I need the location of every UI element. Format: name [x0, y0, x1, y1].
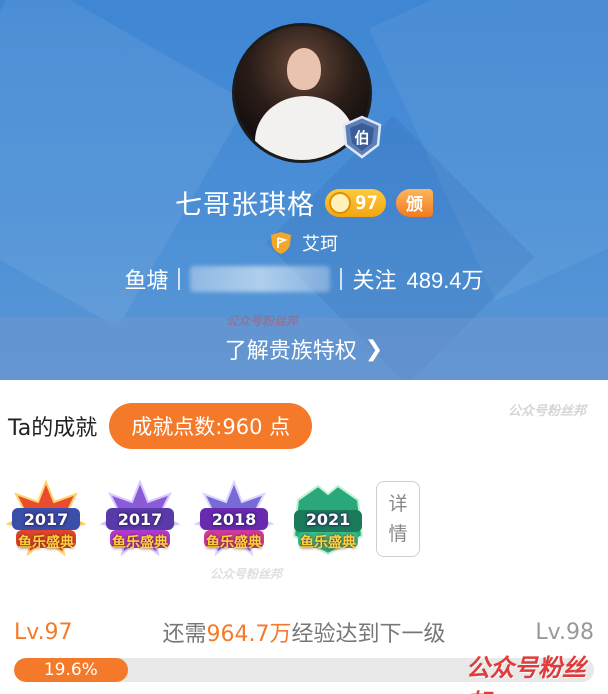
achievement-badge-2018[interactable]: 2018 鱼乐盛典	[194, 480, 274, 558]
badge-label: 鱼乐盛典	[112, 535, 168, 551]
level-badge-value: 97	[355, 191, 378, 214]
badge-year: 2021	[305, 510, 351, 529]
achievements-header: Ta的成就 成就点数:960 点	[8, 403, 313, 449]
achievement-badge-2017-red[interactable]: 2017 鱼乐盛典	[6, 480, 86, 558]
username: 七哥张琪格	[175, 190, 316, 221]
avatar-container[interactable]: 伯	[232, 23, 382, 163]
badge-list: 2017 鱼乐盛典 2017 鱼乐盛典 2018 鱼乐盛典 2021 鱼乐盛典 …	[6, 480, 420, 558]
fans-badge[interactable]: 颁	[395, 188, 433, 217]
badge-year: 2018	[211, 510, 257, 529]
noble-badge-icon: 伯	[340, 115, 384, 159]
avatar-face	[287, 48, 321, 90]
badge-label: 鱼乐盛典	[206, 535, 262, 551]
level-badge: 97	[325, 188, 386, 217]
redacted-block	[190, 266, 331, 292]
achievements-title: Ta的成就	[8, 416, 98, 441]
achievement-details-button[interactable]: 详 情	[376, 481, 420, 557]
watermark: 公众号粉丝邦	[508, 404, 587, 419]
follow-label: 关注	[352, 269, 397, 294]
shield-flag-icon	[270, 231, 292, 255]
level-row: Lv.97 还需964.7万经验达到下一级 Lv.98	[14, 616, 594, 648]
badge-label: 鱼乐盛典	[300, 535, 356, 551]
exp-suffix: 经验达到下一级	[291, 622, 446, 647]
achievement-badge-2017-purple[interactable]: 2017 鱼乐盛典	[100, 480, 180, 558]
noble-privilege-link[interactable]: 了解贵族特权 ❯	[0, 318, 608, 380]
watermark: 公众号粉丝邦	[226, 314, 299, 328]
coin-icon	[329, 191, 352, 214]
achievement-badge-2021[interactable]: 2021 鱼乐盛典	[288, 480, 368, 558]
stats-row: 鱼塘 关注 489.4万	[0, 263, 608, 295]
badge-label: 鱼乐盛典	[18, 535, 74, 551]
privilege-link-label: 了解贵族特权	[224, 339, 357, 364]
fishpond-label[interactable]: 鱼塘	[124, 263, 168, 295]
guild-name: 艾珂	[302, 234, 338, 255]
name-row: 七哥张琪格 97 颁	[0, 183, 608, 222]
exp-remaining: 还需964.7万经验达到下一级	[162, 616, 445, 648]
exp-prefix: 还需	[162, 622, 207, 647]
follow-count: 489.4万	[406, 268, 484, 293]
profile-header: 伯 七哥张琪格 97 颁 艾珂 鱼塘 关注 489.4万 了解贵族特权 ❯	[0, 0, 608, 380]
watermark: 公众号粉丝邦	[466, 654, 586, 694]
progress-label: 19.6%	[43, 660, 98, 680]
details-label-char: 详	[388, 493, 408, 515]
next-level: Lv.98	[535, 619, 594, 645]
guild-row[interactable]: 艾珂	[0, 230, 608, 256]
chevron-right-icon: ❯	[364, 336, 384, 362]
badge-year: 2017	[23, 510, 69, 529]
fans-badge-label: 颁	[405, 195, 423, 215]
achievement-points-badge[interactable]: 成就点数:960 点	[109, 403, 313, 449]
watermark: 公众号粉丝邦	[210, 567, 283, 581]
achievements-section: Ta的成就 成就点数:960 点 2017 鱼乐盛典 2017 鱼乐盛典 201…	[0, 380, 608, 694]
stats-divider	[340, 268, 343, 290]
current-level: Lv.97	[14, 619, 73, 645]
level-progress-fill: 19.6%	[14, 658, 128, 682]
stats-divider	[178, 268, 181, 290]
exp-value: 964.7万	[206, 622, 292, 647]
details-label-char: 情	[388, 523, 408, 545]
svg-text:伯: 伯	[354, 129, 369, 147]
badge-year: 2017	[117, 510, 163, 529]
